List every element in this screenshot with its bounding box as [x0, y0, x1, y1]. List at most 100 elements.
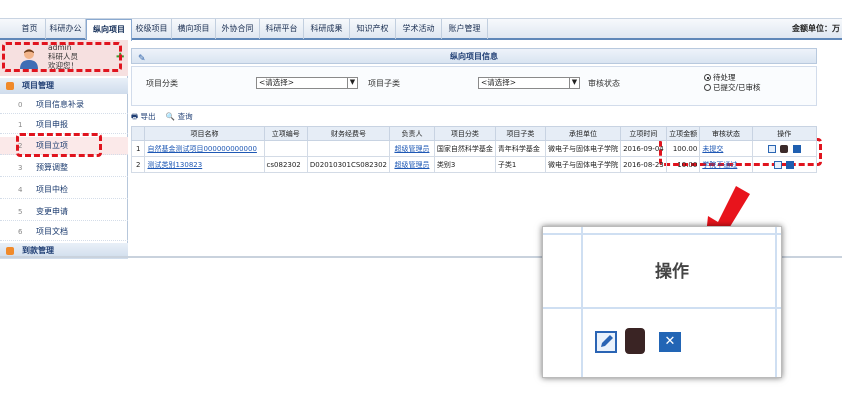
highlight-sidebar-establishment — [16, 133, 102, 157]
sidebar-section-project-management[interactable]: 项目管理 — [0, 78, 128, 94]
status-radio-submitted[interactable]: 已提交/已审核 — [704, 83, 761, 92]
chevron-down-icon: ▼ — [569, 78, 579, 88]
zoom-callout: 操作 ✕ — [542, 226, 782, 378]
category-label: 项目分类 — [146, 79, 178, 88]
cell-code — [263, 140, 308, 157]
cell-unit: 微电子与固体电子学院 — [544, 140, 621, 157]
nav-tab-academic-activities[interactable]: 学术活动 — [396, 19, 442, 39]
cell-date: 2016-09-04 — [619, 140, 667, 157]
cell-index: 1 — [130, 140, 146, 157]
cell-finance-no — [306, 140, 391, 157]
zoom-actions-header: 操作 — [655, 262, 689, 282]
item-number: 4 — [18, 186, 23, 194]
item-number: 5 — [18, 208, 23, 216]
cell-category: 国家自然科学基金 — [433, 140, 496, 157]
section-label: 到款管理 — [22, 246, 54, 255]
edit-icon[interactable] — [768, 144, 777, 153]
cell-project-name-link[interactable]: 自然基金测试项目000000000000 — [144, 140, 265, 157]
panel-title: ✎ 纵向项目信息 — [131, 48, 817, 64]
item-number: 6 — [18, 228, 23, 236]
radio-checked-icon — [704, 74, 711, 81]
sidebar-item-budget-adjust[interactable]: 3 预算调整 — [0, 159, 128, 177]
item-label: 项目信息补录 — [36, 100, 84, 109]
cell-unit: 微电子与固体电子学院 — [544, 156, 621, 173]
delete-icon[interactable] — [786, 160, 795, 169]
item-number: 1 — [18, 121, 23, 129]
panel-title-text: 纵向项目信息 — [450, 52, 498, 61]
zoom-database-icon — [625, 328, 645, 354]
cell-project-name-link[interactable]: 测试类别130823 — [144, 156, 265, 173]
nav-tab-external-contracts[interactable]: 外协合同 — [216, 19, 260, 39]
nav-tab-account-management[interactable]: 账户管理 — [442, 19, 488, 39]
radio-label: 待处理 — [713, 73, 736, 82]
cell-actions — [751, 156, 818, 173]
cell-leader-link[interactable]: 超级管理员 — [389, 140, 435, 157]
cell-leader-link[interactable]: 超级管理员 — [389, 156, 435, 173]
col-header: 立项时间 — [619, 126, 667, 141]
col-header: 项目名称 — [144, 126, 265, 141]
item-label: 预算调整 — [36, 163, 68, 172]
edit-icon[interactable] — [774, 160, 783, 169]
nav-tab-research-results[interactable]: 科研成果 — [304, 19, 350, 39]
cell-index: 2 — [130, 156, 146, 173]
cell-code: cs082302 — [263, 156, 308, 173]
col-header: 项目分类 — [433, 126, 496, 141]
folder-icon — [6, 247, 14, 255]
subcategory-select-value: <请选择> — [481, 78, 517, 87]
col-header: 审核状态 — [699, 126, 753, 141]
zoom-delete-icon: ✕ — [659, 332, 681, 352]
cell-category: 类别3 — [433, 156, 496, 173]
sidebar-item-declaration[interactable]: 1 项目申报 — [0, 116, 128, 134]
nav-tab-school-projects[interactable]: 校级项目 — [132, 19, 172, 39]
database-icon[interactable] — [780, 144, 789, 153]
nav-tab-home[interactable]: 首页 — [14, 19, 46, 39]
export-label: 导出 — [140, 112, 156, 121]
folder-icon — [6, 82, 14, 90]
pen-icon: ✎ — [138, 54, 146, 64]
nav-tab-vertical-projects[interactable]: 纵向项目 — [86, 19, 132, 41]
cell-finance-no: D02010301CS082302 — [306, 156, 391, 173]
item-label: 项目申报 — [36, 120, 68, 129]
chevron-down-icon: ▼ — [347, 78, 357, 88]
export-button[interactable]: 🖶 导出 — [131, 112, 159, 121]
category-select[interactable]: <请选择> ▼ — [256, 77, 358, 89]
nav-tab-horizontal-projects[interactable]: 横向项目 — [172, 19, 216, 39]
col-header: 立项金额 — [665, 126, 701, 141]
query-label: 查询 — [177, 112, 193, 121]
nav-tab-research-office[interactable]: 科研办公 — [46, 19, 86, 39]
cell-subcategory: 青年科学基金 — [494, 140, 546, 157]
status-radio-pending[interactable]: 待处理 — [704, 73, 736, 82]
sidebar-item-documents[interactable]: 6 项目文档 — [0, 223, 128, 241]
zoom-edit-icon — [595, 331, 617, 353]
radio-unchecked-icon — [704, 84, 711, 91]
col-header: 负责人 — [389, 126, 435, 141]
table-row: 1 自然基金测试项目000000000000 超级管理员 国家自然科学基金 青年… — [130, 140, 818, 157]
cell-amount: 100.00 — [665, 140, 701, 157]
sidebar-item-change-request[interactable]: 5 变更申请 — [0, 203, 128, 221]
cell-actions — [751, 140, 818, 157]
delete-icon[interactable] — [792, 144, 801, 153]
status-label: 审核状态 — [588, 79, 620, 88]
cell-status-link[interactable]: 未提交 — [699, 140, 753, 157]
highlight-user-box — [2, 42, 122, 72]
grid-line — [581, 227, 583, 377]
item-number: 3 — [18, 164, 23, 172]
item-label: 变更申请 — [36, 207, 68, 216]
col-header: 财务经费号 — [306, 126, 391, 141]
nav-tab-intellectual-property[interactable]: 知识产权 — [350, 19, 396, 39]
grid-line — [543, 233, 781, 235]
top-nav-bar: 首页 科研办公 纵向项目 校级项目 横向项目 外协合同 科研平台 科研成果 知识… — [0, 18, 842, 41]
project-table: 项目名称 立项编号 财务经费号 负责人 项目分类 项目子类 承担单位 立项时间 … — [130, 126, 818, 173]
query-button[interactable]: 🔍 查询 — [166, 112, 197, 121]
nav-tab-research-platform[interactable]: 科研平台 — [260, 19, 304, 39]
cell-status-link[interactable]: 学院不通过 — [699, 156, 753, 173]
section-label: 项目管理 — [22, 81, 54, 90]
col-header: 承担单位 — [544, 126, 621, 141]
subcategory-select[interactable]: <请选择> ▼ — [478, 77, 580, 89]
subcategory-label: 项目子类 — [368, 79, 400, 88]
item-label: 项目文档 — [36, 227, 68, 236]
sidebar-item-info-supplement[interactable]: 0 项目信息补录 — [0, 96, 128, 114]
sidebar-item-midterm-check[interactable]: 4 项目中检 — [0, 181, 128, 199]
item-number: 0 — [18, 101, 23, 109]
cell-date: 2016-08-23 — [619, 156, 667, 173]
